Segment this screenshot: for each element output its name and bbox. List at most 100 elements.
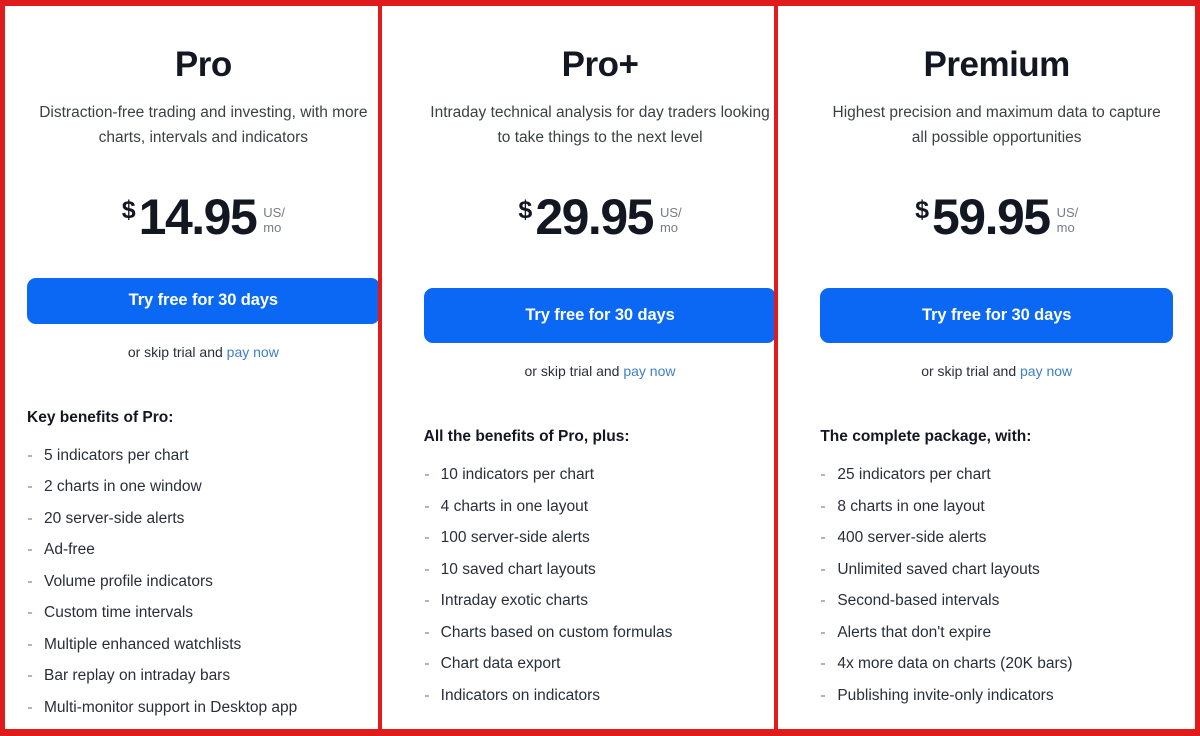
price-period-line2: mo (1056, 220, 1075, 235)
benefit-label: 25 indicators per chart (837, 466, 991, 483)
bullet-icon (821, 600, 826, 602)
benefit-item: 5 indicators per chart (27, 446, 380, 465)
plan-price: $ 59.95 US/ mo (820, 192, 1173, 256)
bullet-icon (28, 549, 32, 551)
benefits-heading: Key benefits of Pro: (27, 408, 174, 426)
plan-title: Pro+ (561, 45, 639, 84)
skip-trial-text: or skip trial and pay now (820, 361, 1173, 381)
benefit-item: Unlimited saved chart layouts (820, 560, 1173, 579)
skip-trial-label: or skip trial and (524, 363, 620, 379)
benefit-label: Bar replay on intraday bars (44, 667, 231, 684)
benefits-heading: All the benefits of Pro, plus: (423, 428, 630, 445)
benefit-label: Second-based intervals (837, 592, 1000, 609)
benefit-label: 10 indicators per chart (440, 466, 595, 483)
skip-trial-text: or skip trial and pay now (27, 342, 380, 362)
bullet-icon (424, 600, 429, 602)
benefit-item: 10 indicators per chart (424, 465, 777, 484)
benefit-item: 10 saved chart layouts (424, 560, 777, 579)
benefit-label: 8 charts in one layout (837, 497, 985, 515)
price-period-line2: mo (263, 220, 282, 235)
benefit-label: 4 charts in one layout (440, 497, 589, 515)
plan-price: $ 29.95 US/ mo (424, 192, 777, 256)
price-currency-symbol: $ (518, 196, 533, 224)
benefit-label: 20 server-side alerts (44, 509, 185, 527)
benefit-label: 100 server-side alerts (440, 529, 590, 546)
benefit-item: 20 server-side alerts (27, 509, 380, 528)
bullet-icon (424, 631, 429, 634)
plan-price: $ 14.95 US/ mo (27, 192, 380, 246)
plan-title: Premium (923, 45, 1071, 84)
benefit-item: 2 charts in one window (27, 477, 380, 496)
bullet-icon (821, 663, 826, 665)
benefit-label: Custom time intervals (44, 604, 194, 621)
price-period-line1: US/ (1056, 205, 1079, 220)
pay-now-link[interactable]: pay now (227, 344, 279, 360)
benefit-item: Publishing invite-only indicators (820, 686, 1173, 705)
plan-tagline: Intraday technical analysis for day trad… (430, 104, 770, 146)
benefit-item: 4x more data on charts (20K bars) (820, 654, 1173, 673)
benefit-label: Intraday exotic charts (440, 592, 588, 609)
benefit-label: 400 server-side alerts (837, 529, 987, 546)
try-free-button[interactable]: Try free for 30 days (820, 288, 1174, 343)
bullet-icon (821, 631, 826, 634)
benefit-item: Ad-free (27, 540, 380, 559)
benefit-label: Chart data export (440, 655, 561, 672)
bullet-icon (821, 537, 826, 539)
try-free-button[interactable]: Try free for 30 days (423, 288, 777, 343)
benefit-label: Multi-monitor support in Desktop app (44, 698, 298, 716)
plan-card-pro-plus: Pro+ Intraday technical analysis for day… (377, 0, 799, 736)
benefit-item: Charts based on custom formulas (424, 623, 777, 642)
benefit-label: Ad-free (44, 541, 95, 558)
price-period-line1: US/ (659, 205, 682, 220)
benefit-item: Second-based intervals (820, 591, 1173, 610)
bullet-icon (28, 580, 32, 583)
skip-trial-label: or skip trial and (921, 363, 1017, 379)
benefit-label: Volume profile indicators (44, 572, 213, 590)
benefit-label: Publishing invite-only indicators (837, 686, 1054, 704)
try-free-button[interactable]: Try free for 30 days (27, 277, 380, 324)
benefit-item: 400 server-side alerts (820, 528, 1173, 547)
bullet-icon (424, 474, 429, 476)
pay-now-link[interactable]: pay now (623, 363, 675, 379)
price-period: US/ mo (660, 205, 682, 235)
bullet-icon (28, 454, 32, 457)
bullet-icon (424, 505, 429, 508)
benefit-item: 100 server-side alerts (424, 528, 777, 547)
price-period: US/ mo (1057, 205, 1079, 235)
benefit-item: Bar replay on intraday bars (27, 666, 380, 685)
benefit-item: Custom time intervals (27, 603, 380, 622)
price-amount: 29.95 (535, 189, 654, 245)
benefit-item: Chart data export (424, 654, 777, 673)
bullet-icon (28, 486, 32, 488)
benefit-label: 2 charts in one window (44, 478, 202, 495)
benefit-label: Indicators on indicators (440, 686, 601, 704)
benefit-label: Charts based on custom formulas (440, 623, 673, 641)
benefit-label: Unlimited saved chart layouts (837, 560, 1040, 578)
bullet-icon (28, 517, 32, 520)
benefits-heading: The complete package, with: (820, 428, 1032, 445)
pay-now-link[interactable]: pay now (1020, 363, 1072, 379)
benefits-list: 5 indicators per chart 2 charts in one w… (27, 446, 380, 730)
price-currency-symbol: $ (121, 196, 136, 224)
skip-trial-text: or skip trial and pay now (424, 361, 777, 381)
bullet-icon (28, 643, 32, 646)
benefits-list: 25 indicators per chart 8 charts in one … (820, 465, 1173, 717)
bullet-icon (424, 537, 429, 539)
benefit-label: 10 saved chart layouts (440, 560, 596, 578)
skip-trial-label: or skip trial and (127, 343, 223, 360)
price-period: US/ mo (263, 205, 285, 235)
price-amount: 14.95 (138, 189, 258, 245)
benefit-item: Intraday exotic charts (424, 591, 777, 610)
benefit-item: Alerts that don't expire (820, 623, 1173, 642)
benefit-item: 8 charts in one layout (820, 497, 1173, 516)
benefit-label: 4x more data on charts (20K bars) (837, 655, 1073, 672)
bullet-icon (424, 694, 429, 697)
benefit-label: Multiple enhanced watchlists (44, 635, 242, 653)
benefit-item: 4 charts in one layout (424, 497, 777, 516)
bullet-icon (821, 505, 826, 508)
bullet-icon (28, 706, 32, 709)
plan-tagline: Highest precision and maximum data to ca… (832, 104, 1161, 146)
benefit-item: Volume profile indicators (27, 572, 380, 591)
pricing-plans-frame: Pro Distraction-free trading and investi… (0, 0, 1200, 736)
bullet-icon (28, 612, 32, 614)
